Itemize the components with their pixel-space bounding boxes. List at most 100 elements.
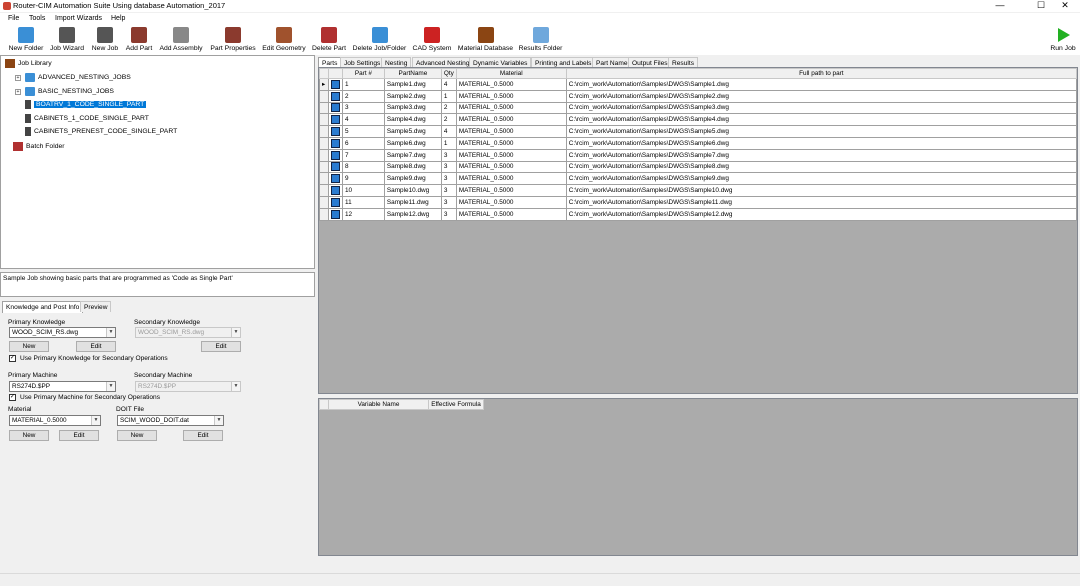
partname-cell[interactable]: Sample12.dwg [383, 207, 442, 221]
material-cell[interactable]: MATERIAL_0.5000 [455, 101, 567, 115]
full-path-cell[interactable]: C:\rcim_work\Automation\Samples\DWGS\Sam… [565, 148, 1078, 162]
row-selector[interactable] [319, 207, 329, 221]
part-icon-cell[interactable] [327, 89, 343, 103]
part-icon-cell[interactable] [327, 160, 343, 174]
part-icon-cell[interactable] [327, 78, 343, 91]
expand-toggle[interactable]: + [15, 89, 21, 95]
row-selector[interactable] [319, 89, 329, 103]
close-button[interactable]: ✕ [1050, 0, 1080, 12]
secondary-machine-select[interactable]: RS274D.$PP ▼ [135, 381, 241, 392]
part-properties-button[interactable]: Part Properties [209, 27, 257, 54]
new-knowledge-button[interactable]: New [9, 341, 49, 352]
new-doit-button[interactable]: New [117, 430, 157, 441]
job-library-tree[interactable]: Job Library + ADVANCED_NESTING_JOBS + BA… [0, 55, 315, 269]
part-icon-cell[interactable] [327, 172, 343, 186]
partname-cell[interactable]: Sample7.dwg [383, 148, 442, 162]
material-cell[interactable]: MATERIAL_0.5000 [455, 172, 567, 186]
column-header-qty[interactable]: Qty [440, 68, 457, 79]
qty-cell[interactable]: 1 [440, 89, 457, 103]
edit-knowledge-button[interactable]: Edit [76, 341, 116, 352]
doit-file-select[interactable]: SCIM_WOOD_DOIT.dat ▼ [117, 415, 224, 426]
add-assembly-button[interactable]: Add Assembly [158, 27, 204, 54]
partname-cell[interactable]: Sample4.dwg [383, 113, 442, 127]
full-path-cell[interactable]: C:\rcim_work\Automation\Samples\DWGS\Sam… [565, 101, 1078, 115]
part-icon-cell[interactable] [327, 101, 343, 115]
tab-knowledge-and-post-info[interactable]: Knowledge and Post Info [2, 301, 84, 313]
full-path-cell[interactable]: C:\rcim_work\Automation\Samples\DWGS\Sam… [565, 113, 1078, 127]
part-number-cell[interactable]: 3 [341, 101, 385, 115]
part-number-cell[interactable]: 9 [341, 172, 385, 186]
partname-cell[interactable]: Sample5.dwg [383, 125, 442, 138]
tree-item-cabinets-job[interactable]: CABINETS_1_CODE_SINGLE_PART [25, 113, 149, 125]
qty-cell[interactable]: 3 [440, 195, 457, 209]
full-path-cell[interactable]: C:\rcim_work\Automation\Samples\DWGS\Sam… [565, 184, 1078, 197]
variables-grid[interactable]: Variable Name Effective Formula [319, 399, 484, 410]
material-cell[interactable]: MATERIAL_0.5000 [455, 160, 567, 174]
material-cell[interactable]: MATERIAL_0.5000 [455, 113, 567, 127]
qty-cell[interactable]: 3 [440, 160, 457, 174]
table-row[interactable]: 5 Sample5.dwg 4 MATERIAL_0.5000 C:\rcim_work… [319, 125, 1078, 138]
row-selector[interactable] [319, 184, 329, 197]
full-path-cell[interactable]: C:\rcim_work\Automation\Samples\DWGS\Sam… [565, 136, 1078, 150]
part-number-cell[interactable]: 4 [341, 113, 385, 127]
cad-system-button[interactable]: CAD System [412, 27, 452, 54]
add-part-button[interactable]: Add Part [124, 27, 154, 54]
full-path-cell[interactable]: C:\rcim_work\Automation\Samples\DWGS\Sam… [565, 160, 1078, 174]
row-selector[interactable] [319, 160, 329, 174]
qty-cell[interactable]: 2 [440, 113, 457, 127]
parts-grid[interactable]: Part # PartName Qty Material Full path t… [319, 68, 1078, 221]
row-selector[interactable] [319, 113, 329, 127]
delete-part-button[interactable]: Delete Part [311, 27, 347, 54]
full-path-cell[interactable]: C:\rcim_work\Automation\Samples\DWGS\Sam… [565, 172, 1078, 186]
table-row[interactable]: ▸ 1 Sample1.dwg 4 MATERIAL_0.5000 C:\rcim_wor… [319, 78, 1078, 91]
partname-cell[interactable]: Sample9.dwg [383, 172, 442, 186]
table-row[interactable]: 7 Sample7.dwg 3 MATERIAL_0.5000 C:\rcim_work… [319, 148, 1078, 162]
new-folder-button[interactable]: New Folder [7, 27, 45, 54]
menu-help[interactable]: Help [111, 15, 125, 22]
qty-cell[interactable]: 4 [440, 78, 457, 91]
part-icon-cell[interactable] [327, 195, 343, 209]
minimize-button[interactable]: — [985, 0, 1015, 12]
full-path-cell[interactable]: C:\rcim_work\Automation\Samples\DWGS\Sam… [565, 207, 1078, 221]
table-row[interactable]: 9 Sample9.dwg 3 MATERIAL_0.5000 C:\rcim_work… [319, 172, 1078, 186]
row-selector[interactable]: ▸ [319, 78, 329, 91]
qty-cell[interactable]: 3 [440, 148, 457, 162]
new-material-button[interactable]: New [9, 430, 49, 441]
row-selector[interactable] [319, 125, 329, 138]
column-header-effective-formula[interactable]: Effective Formula [428, 399, 484, 410]
primary-machine-select[interactable]: RS274D.$PP ▼ [9, 381, 116, 392]
partname-cell[interactable]: Sample8.dwg [383, 160, 442, 174]
job-wizard-button[interactable]: Job Wizard [50, 27, 84, 54]
edit-material-button[interactable]: Edit [59, 430, 99, 441]
part-number-cell[interactable]: 2 [341, 89, 385, 103]
qty-cell[interactable]: 4 [440, 125, 457, 138]
material-cell[interactable]: MATERIAL_0.5000 [455, 195, 567, 209]
row-selector[interactable] [319, 136, 329, 150]
partname-cell[interactable]: Sample1.dwg [383, 78, 442, 91]
full-path-cell[interactable]: C:\rcim_work\Automation\Samples\DWGS\Sam… [565, 125, 1078, 138]
part-number-cell[interactable]: 8 [341, 160, 385, 174]
table-row[interactable]: 2 Sample2.dwg 1 MATERIAL_0.5000 C:\rcim_work… [319, 89, 1078, 103]
table-row[interactable]: 6 Sample6.dwg 1 MATERIAL_0.5000 C:\rcim_work… [319, 136, 1078, 150]
secondary-knowledge-select[interactable]: WOOD_SCIM_RS.dwg ▼ [135, 327, 241, 338]
material-cell[interactable]: MATERIAL_0.5000 [455, 148, 567, 162]
part-number-cell[interactable]: 11 [341, 195, 385, 209]
column-header-partname[interactable]: PartName [383, 68, 442, 79]
qty-cell[interactable]: 3 [440, 184, 457, 197]
use-primary-knowledge-checkbox[interactable]: ✓ [9, 355, 16, 362]
partname-cell[interactable]: Sample3.dwg [383, 101, 442, 115]
part-number-cell[interactable]: 1 [341, 78, 385, 91]
part-icon-cell[interactable] [327, 148, 343, 162]
edit-secondary-knowledge-button[interactable]: Edit [201, 341, 241, 352]
partname-cell[interactable]: Sample10.dwg [383, 184, 442, 197]
table-row[interactable]: 8 Sample8.dwg 3 MATERIAL_0.5000 C:\rcim_work… [319, 160, 1078, 174]
tree-root-job-library[interactable]: Job Library [5, 58, 52, 70]
part-icon-cell[interactable] [327, 207, 343, 221]
edit-doit-button[interactable]: Edit [183, 430, 223, 441]
full-path-cell[interactable]: C:\rcim_work\Automation\Samples\DWGS\Sam… [565, 195, 1078, 209]
full-path-cell[interactable]: C:\rcim_work\Automation\Samples\DWGS\Sam… [565, 89, 1078, 103]
row-selector[interactable] [319, 148, 329, 162]
material-cell[interactable]: MATERIAL_0.5000 [455, 136, 567, 150]
tree-item-boatrv-job[interactable]: BOATRV_1_CODE_SINGLE_PART [25, 99, 147, 111]
table-row[interactable]: 12 Sample12.dwg 3 MATERIAL_0.5000 C:\rcim_wo… [319, 207, 1078, 221]
